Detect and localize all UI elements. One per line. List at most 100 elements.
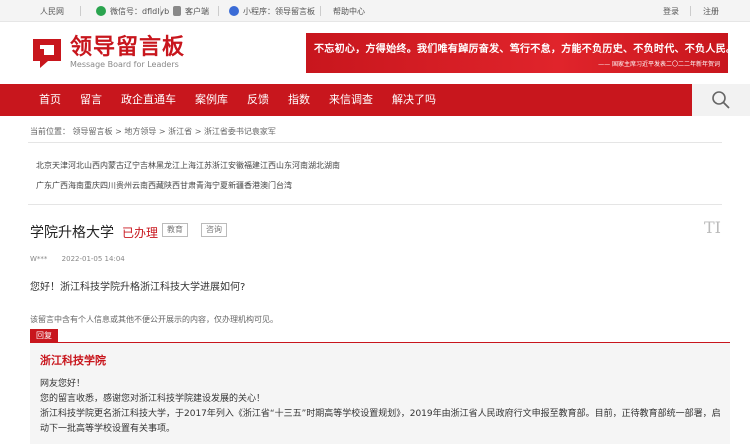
breadcrumb-item[interactable]: 浙江省委书记袁家军 xyxy=(204,127,276,136)
people-daily-link[interactable]: 人民网 xyxy=(40,0,64,22)
register-link[interactable]: 注册 xyxy=(703,0,719,22)
breadcrumb-separator: > xyxy=(194,127,202,136)
banner-attribution: —— 国家主席习近平发表二〇二二年新年贺词 xyxy=(598,61,720,68)
province-link[interactable]: 天津 xyxy=(52,160,68,171)
post-date: 2022-01-05 14:04 xyxy=(61,255,125,263)
province-link[interactable]: 吉林 xyxy=(140,160,156,171)
province-link[interactable]: 福建 xyxy=(244,160,260,171)
divider xyxy=(28,142,722,143)
logo-subtitle: Message Board for Leaders xyxy=(70,60,179,69)
province-link[interactable]: 广东 xyxy=(36,180,52,191)
breadcrumb-item[interactable]: 地方领导 xyxy=(124,127,156,136)
status-badge: 已办理 xyxy=(122,226,159,240)
nav-item-survey[interactable]: 来信调查 xyxy=(318,84,381,116)
message-title: 学院升格大学 xyxy=(30,225,114,241)
province-link[interactable]: 广西 xyxy=(52,180,68,191)
province-link[interactable]: 青海 xyxy=(196,180,212,191)
province-link[interactable]: 重庆 xyxy=(84,180,100,191)
province-link[interactable]: 浙江 xyxy=(212,160,228,171)
site-header: 领导留言板 Message Board for Leaders 不忘初心，方得始… xyxy=(0,22,750,84)
reply-line: 浙江科技学院更名浙江科技大学，于2017年列入《浙江省“十三五”时期高等学校设置… xyxy=(40,409,721,434)
help-center-label: 帮助中心 xyxy=(333,6,365,16)
miniprogram-link[interactable]: 小程序：领导留言板 xyxy=(229,0,315,22)
province-list-row-2: 广东 广西 海南 重庆 四川 贵州 云南 西藏 陕西 甘肃 青海 宁夏 新疆 香港 澳门 台湾 xyxy=(36,180,292,191)
province-link[interactable]: 北京 xyxy=(36,160,52,171)
province-link[interactable]: 黑龙江 xyxy=(156,160,180,171)
province-link[interactable]: 宁夏 xyxy=(212,180,228,191)
wechat-link[interactable]: 微信号：dfldlyb xyxy=(96,0,169,22)
logo-mark-icon xyxy=(30,36,64,70)
province-link[interactable]: 江西 xyxy=(260,160,276,171)
tag-education[interactable]: 教育 xyxy=(162,223,188,237)
miniprogram-icon xyxy=(229,6,239,16)
breadcrumb-item[interactable]: 浙江省 xyxy=(168,127,192,136)
tag-consult[interactable]: 咨询 xyxy=(201,223,227,237)
breadcrumb-prefix: 当前位置： xyxy=(30,127,70,136)
province-link[interactable]: 四川 xyxy=(100,180,116,191)
breadcrumb-separator: > xyxy=(158,127,166,136)
message-body: 您好！浙江科技学院升格浙江科技大学进展如何? xyxy=(30,282,246,293)
reply-tab: 回复 xyxy=(30,329,58,343)
province-link[interactable]: 安徽 xyxy=(228,160,244,171)
breadcrumb-separator: > xyxy=(115,127,122,136)
nav-item-cases[interactable]: 案例库 xyxy=(184,84,236,116)
phone-icon xyxy=(173,6,181,16)
province-link[interactable]: 云南 xyxy=(132,180,148,191)
province-link[interactable]: 澳门 xyxy=(260,180,276,191)
breadcrumb-item[interactable]: 领导留言板 xyxy=(73,127,113,136)
divider xyxy=(28,204,722,205)
privacy-notice: 该留言中含有个人信息或其他不便公开展示的内容，仅办理机构可见。 xyxy=(30,315,278,324)
province-link[interactable]: 陕西 xyxy=(164,180,180,191)
nav-item-index[interactable]: 指数 xyxy=(277,84,318,116)
divider xyxy=(320,6,321,16)
reply-line: 网友您好！ xyxy=(40,379,86,389)
province-link[interactable]: 海南 xyxy=(68,180,84,191)
reply-line: 您的留言收悉，感谢您对浙江科技学院建设发展的关心！ xyxy=(40,394,266,404)
site-logo[interactable]: 领导留言板 Message Board for Leaders xyxy=(30,36,185,70)
reply-org: 浙江科技学院 xyxy=(40,354,106,367)
nav-item-message[interactable]: 留言 xyxy=(69,84,110,116)
province-link[interactable]: 新疆 xyxy=(228,180,244,191)
message-meta: W*** 2022-01-05 14:04 xyxy=(30,255,125,263)
banner-quote: 不忘初心，方得始终。我们唯有踔厉奋发、笃行不怠，方能不负历史、不负时代、不负人民… xyxy=(314,44,728,55)
province-link[interactable]: 河南 xyxy=(292,160,308,171)
nav-item-enterprise[interactable]: 政企直通车 xyxy=(110,84,184,116)
font-size-toggle-icon[interactable]: TI xyxy=(704,218,721,237)
province-link[interactable]: 江苏 xyxy=(196,160,212,171)
nav-item-solved[interactable]: 解决了吗 xyxy=(381,84,444,116)
province-link[interactable]: 河北 xyxy=(68,160,84,171)
app-label: 客户端 xyxy=(185,6,209,16)
divider xyxy=(218,6,219,16)
province-link[interactable]: 辽宁 xyxy=(124,160,140,171)
login-link[interactable]: 登录 xyxy=(663,0,679,22)
top-utility-bar: 人民网 微信号：dfldlyb 客户端 小程序：领导留言板 帮助中心 登录 注册 xyxy=(0,0,750,22)
nav-item-home[interactable]: 首页 xyxy=(28,84,69,116)
breadcrumb: 当前位置： 领导留言板 > 地方领导 > 浙江省 > 浙江省委书记袁家军 xyxy=(30,126,276,137)
search-button[interactable] xyxy=(692,84,750,116)
quote-banner[interactable]: 不忘初心，方得始终。我们唯有踔厉奋发、笃行不怠，方能不负历史、不负时代、不负人民… xyxy=(306,33,728,73)
province-link[interactable]: 香港 xyxy=(244,180,260,191)
province-link[interactable]: 上海 xyxy=(180,160,196,171)
register-label: 注册 xyxy=(703,6,719,16)
author: W*** xyxy=(30,255,48,263)
main-nav: 首页 留言 政企直通车 案例库 反馈 指数 来信调查 解决了吗 xyxy=(0,84,750,116)
province-link[interactable]: 湖南 xyxy=(324,160,340,171)
province-link[interactable]: 甘肃 xyxy=(180,180,196,191)
divider xyxy=(160,6,161,16)
miniprogram-label: 小程序：领导留言板 xyxy=(243,6,315,16)
reply-body: 网友您好！ 您的留言收悉，感谢您对浙江科技学院建设发展的关心！ 浙江科技学院更名… xyxy=(40,377,722,437)
reply-box: 浙江科技学院 网友您好！ 您的留言收悉，感谢您对浙江科技学院建设发展的关心！ 浙… xyxy=(30,343,730,444)
help-center-link[interactable]: 帮助中心 xyxy=(333,0,365,22)
nav-item-feedback[interactable]: 反馈 xyxy=(236,84,277,116)
province-link[interactable]: 台湾 xyxy=(276,180,292,191)
province-link[interactable]: 湖北 xyxy=(308,160,324,171)
login-label: 登录 xyxy=(663,6,679,16)
province-list-row-1: 北京 天津 河北 山西 内蒙古 辽宁 吉林 黑龙江 上海 江苏 浙江 安徽 福建 江西 山东 河南 湖北 湖南 xyxy=(36,160,340,171)
province-link[interactable]: 山西 xyxy=(84,160,100,171)
province-link[interactable]: 西藏 xyxy=(148,180,164,191)
province-link[interactable]: 贵州 xyxy=(116,180,132,191)
people-daily-label[interactable]: 人民网 xyxy=(40,6,64,17)
province-link[interactable]: 山东 xyxy=(276,160,292,171)
app-link[interactable]: 客户端 xyxy=(173,0,209,22)
province-link[interactable]: 内蒙古 xyxy=(100,160,124,171)
